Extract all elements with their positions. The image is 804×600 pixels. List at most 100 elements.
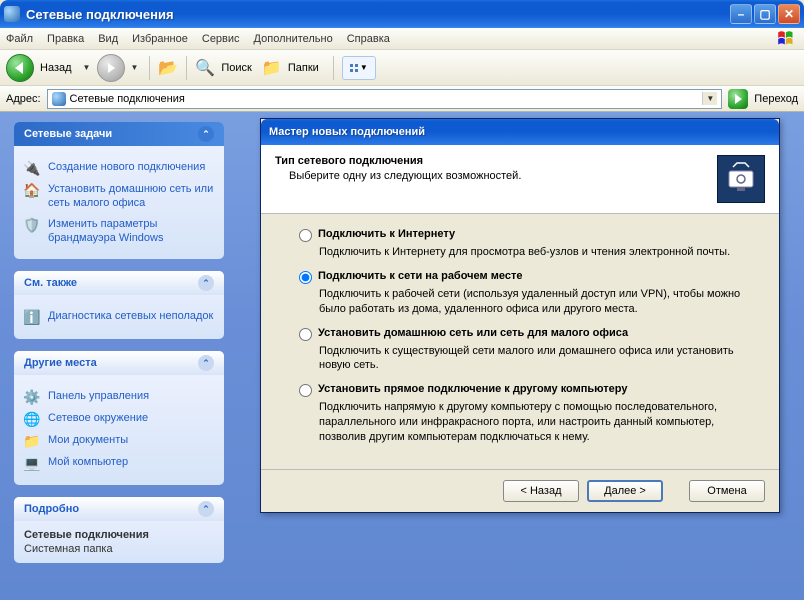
address-value: Сетевые подключения xyxy=(70,93,185,105)
menu-help[interactable]: Справка xyxy=(347,33,390,45)
collapse-icon: ⌃ xyxy=(198,126,214,142)
task-label: Диагностика сетевых неполадок xyxy=(48,309,213,323)
menu-tools[interactable]: Сервис xyxy=(202,33,240,45)
gear-icon: ⚙️ xyxy=(24,389,40,405)
go-button[interactable] xyxy=(728,89,748,109)
wizard-buttons: < Назад Далее > Отмена xyxy=(261,469,779,512)
wizard-titlebar[interactable]: Мастер новых подключений xyxy=(261,119,779,145)
task-label: Мои документы xyxy=(48,433,128,447)
option-direct: Установить прямое подключение к другому … xyxy=(299,383,741,445)
panel-header[interactable]: Другие места ⌃ xyxy=(14,351,224,375)
address-bar: Адрес: Сетевые подключения ▼ Переход xyxy=(0,86,804,112)
panel-title: Сетевые задачи xyxy=(24,128,112,140)
menu-view[interactable]: Вид xyxy=(98,33,118,45)
menu-bar: Файл Правка Вид Избранное Сервис Дополни… xyxy=(0,28,804,50)
radio-workplace[interactable] xyxy=(299,271,312,284)
windows-flag-icon xyxy=(776,30,798,48)
back-button[interactable]: < Назад xyxy=(503,480,579,502)
up-icon[interactable]: 📂 xyxy=(158,58,178,78)
option-home-network: Установить домашнюю сеть или сеть для ма… xyxy=(299,327,741,374)
back-label[interactable]: Назад xyxy=(40,62,72,74)
minimize-button[interactable]: – xyxy=(730,4,752,24)
radio-direct[interactable] xyxy=(299,384,312,397)
option-radio-label[interactable]: Установить прямое подключение к другому … xyxy=(299,383,741,397)
menu-favorites[interactable]: Избранное xyxy=(132,33,188,45)
option-description: Подключить напрямую к другому компьютеру… xyxy=(319,400,741,445)
option-description: Подключить к рабочей сети (используя уда… xyxy=(319,287,741,317)
search-label[interactable]: Поиск xyxy=(221,62,251,74)
panel-header[interactable]: Подробно ⌃ xyxy=(14,497,224,521)
option-description: Подключить к существующей сети малого ил… xyxy=(319,344,741,374)
collapse-icon: ⌃ xyxy=(198,355,214,371)
wizard-header: Тип сетевого подключения Выберите одну и… xyxy=(261,145,779,214)
wizard-header-icon xyxy=(717,155,765,203)
task-home-network[interactable]: 🏠 Установить домашнюю сеть или сеть малог… xyxy=(24,182,214,211)
place-documents[interactable]: 📁 Мои документы xyxy=(24,433,214,449)
panel-see-also: См. также ⌃ ℹ️ Диагностика сетевых непола… xyxy=(14,271,224,339)
window-icon xyxy=(4,6,20,22)
info-icon: ℹ️ xyxy=(24,309,40,325)
panel-header[interactable]: См. также ⌃ xyxy=(14,271,224,295)
shield-icon: 🛡️ xyxy=(24,217,40,233)
forward-button xyxy=(97,54,125,82)
window-title: Сетевые подключения xyxy=(26,7,728,22)
forward-dropdown[interactable]: ▼ xyxy=(130,63,138,72)
task-diagnostics[interactable]: ℹ️ Диагностика сетевых неполадок xyxy=(24,309,214,325)
back-dropdown[interactable]: ▼ xyxy=(83,63,91,72)
option-workplace: Подключить к сети на рабочем месте Подкл… xyxy=(299,270,741,317)
toolbar-sep xyxy=(149,56,150,80)
radio-home-network[interactable] xyxy=(299,328,312,341)
detail-type: Системная папка xyxy=(24,543,214,555)
address-icon xyxy=(52,92,66,106)
menu-file[interactable]: Файл xyxy=(6,33,33,45)
sidebar: Сетевые задачи ⌃ 🔌Создание нового подклю… xyxy=(14,122,224,590)
panel-title: См. также xyxy=(24,277,77,289)
panel-header[interactable]: Сетевые задачи ⌃ xyxy=(14,122,224,146)
option-label: Подключить к сети на рабочем месте xyxy=(318,270,522,282)
address-input[interactable]: Сетевые подключения ▼ xyxy=(47,89,723,109)
folders-label[interactable]: Папки xyxy=(288,62,319,74)
menu-edit[interactable]: Правка xyxy=(47,33,84,45)
option-label: Установить прямое подключение к другому … xyxy=(318,383,627,395)
option-radio-label[interactable]: Подключить к Интернету xyxy=(299,228,741,242)
task-label: Установить домашнюю сеть или сеть малого… xyxy=(48,182,214,211)
task-firewall[interactable]: 🛡️ Изменить параметры брандмауэра Windows xyxy=(24,217,214,246)
home-icon: 🏠 xyxy=(24,182,40,198)
maximize-button[interactable]: ▢ xyxy=(754,4,776,24)
cancel-button[interactable]: Отмена xyxy=(689,480,765,502)
globe-icon: 🌐 xyxy=(24,411,40,427)
wizard-dialog: Мастер новых подключений Тип сетевого по… xyxy=(260,118,780,513)
toolbar-sep xyxy=(186,56,187,80)
task-label: Сетевое окружение xyxy=(48,411,148,425)
folders-icon[interactable]: 📁 xyxy=(262,58,282,78)
back-button[interactable] xyxy=(6,54,34,82)
task-new-connection[interactable]: 🔌Создание нового подключения xyxy=(24,160,214,176)
menu-advanced[interactable]: Дополнительно xyxy=(254,33,333,45)
task-label: Изменить параметры брандмауэра Windows xyxy=(48,217,214,246)
go-label[interactable]: Переход xyxy=(754,93,798,105)
folder-icon: 📁 xyxy=(24,433,40,449)
panel-body: Сетевые подключения Системная папка xyxy=(14,521,224,563)
task-label: Создание нового подключения xyxy=(48,160,205,174)
place-network[interactable]: 🌐 Сетевое окружение xyxy=(24,411,214,427)
computer-icon: 💻 xyxy=(24,455,40,471)
option-radio-label[interactable]: Установить домашнюю сеть или сеть для ма… xyxy=(299,327,741,341)
search-icon[interactable]: 🔍 xyxy=(195,58,215,78)
option-radio-label[interactable]: Подключить к сети на рабочем месте xyxy=(299,270,741,284)
task-label: Мой компьютер xyxy=(48,455,128,469)
address-dropdown[interactable]: ▼ xyxy=(702,92,717,105)
toolbar: Назад ▼ ▼ 📂 🔍 Поиск 📁 Папки ▼ xyxy=(0,50,804,86)
close-button[interactable]: ✕ xyxy=(778,4,800,24)
option-description: Подключить к Интернету для просмотра веб… xyxy=(319,245,741,260)
panel-details: Подробно ⌃ Сетевые подключения Системная… xyxy=(14,497,224,563)
view-button[interactable]: ▼ xyxy=(342,56,376,80)
next-button[interactable]: Далее > xyxy=(587,480,663,502)
place-control-panel[interactable]: ⚙️ Панель управления xyxy=(24,389,214,405)
task-label: Панель управления xyxy=(48,389,149,403)
panel-other-places: Другие места ⌃ ⚙️ Панель управления 🌐 Сете… xyxy=(14,351,224,485)
collapse-icon: ⌃ xyxy=(198,275,214,291)
panel-title: Подробно xyxy=(24,503,79,515)
place-computer[interactable]: 💻 Мой компьютер xyxy=(24,455,214,471)
radio-internet[interactable] xyxy=(299,229,312,242)
option-label: Установить домашнюю сеть или сеть для ма… xyxy=(318,327,628,339)
